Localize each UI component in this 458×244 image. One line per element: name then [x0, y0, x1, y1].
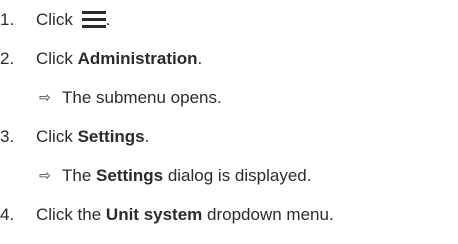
step-suffix: dropdown menu. — [207, 205, 334, 224]
right-arrow-outline-icon: ⇨ — [39, 89, 51, 105]
ui-term-settings: Settings — [77, 127, 145, 146]
right-arrow-outline-icon: ⇨ — [39, 167, 51, 183]
step-text: Click Administration. — [36, 47, 202, 71]
result-suffix: dialog is displayed. — [167, 166, 312, 185]
step-text: Click . — [36, 8, 110, 32]
step-text: Click Settings. — [36, 125, 149, 149]
instruction-steps: 1. Click . 2. Click Administration. ⇨ The… — [0, 0, 458, 244]
step-prefix: Click — [36, 49, 73, 68]
step-number: 3. — [0, 127, 15, 146]
step-number: 1. — [0, 10, 15, 29]
step-number: 2. — [0, 49, 15, 68]
result-text: ⇨ The Settings dialog is displayed. — [36, 164, 311, 188]
step-prefix: Click — [36, 127, 73, 146]
step-prefix: Click the — [36, 205, 102, 224]
step-prefix: Click — [36, 10, 73, 29]
step-number: 4. — [0, 205, 15, 224]
ui-term-unit-system: Unit system — [105, 205, 203, 224]
step-text: Click the Unit system dropdown menu. — [36, 203, 334, 227]
ui-term-settings: Settings — [96, 166, 164, 185]
result-text: ⇨ The submenu opens. — [36, 86, 222, 110]
step-suffix: . — [105, 10, 111, 29]
result-prefix: The — [62, 166, 92, 185]
step-suffix: . — [197, 49, 203, 68]
result-message: The submenu opens. — [62, 88, 222, 107]
ui-term-administration: Administration — [77, 49, 198, 68]
step-suffix: . — [144, 127, 150, 146]
hamburger-menu-icon — [81, 10, 106, 28]
